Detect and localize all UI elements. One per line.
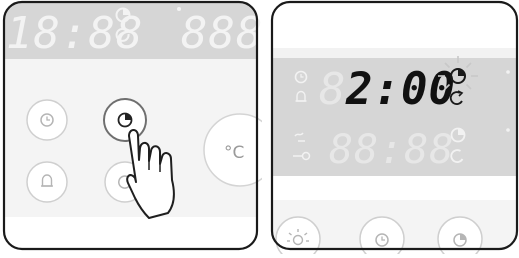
clock-button[interactable]	[26, 99, 68, 141]
left-control-panel: 18:88 888 °C	[0, 0, 277, 254]
left-clock-digits: 18:88	[6, 8, 143, 59]
timer-button[interactable]	[103, 98, 147, 142]
temperature-unit-label: °C	[224, 143, 244, 163]
right-panel-illustration: 8 2:00 88:88	[270, 0, 519, 258]
bell-button[interactable]	[26, 161, 68, 203]
right-control-panel: 8 2:00 88:88	[262, 0, 519, 258]
left-right-digits: 888	[181, 8, 262, 59]
time-value: 2:00	[345, 64, 456, 115]
lower-digits: 88:88	[329, 127, 454, 173]
display-indicator-dot	[506, 70, 510, 74]
display-indicator-dot	[177, 7, 181, 11]
time-leading-segment: 8	[319, 64, 346, 115]
display-indicator-dot	[506, 128, 510, 132]
left-panel-illustration: 18:88 888 °C	[2, 0, 277, 251]
